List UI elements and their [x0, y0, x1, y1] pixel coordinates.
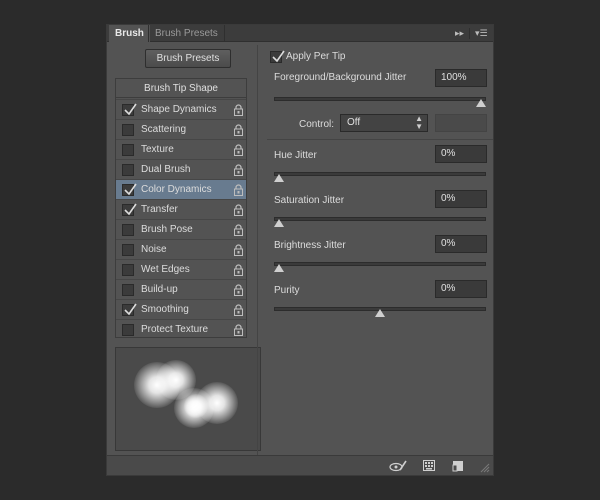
slider-thumb[interactable]: [274, 174, 284, 182]
saturation-jitter-input[interactable]: 0%: [435, 190, 487, 208]
tab-bar: Brush Brush Presets ▸▸ ▾☰: [107, 25, 493, 42]
slider-track: [274, 172, 486, 176]
slider-track: [274, 217, 486, 221]
slider-track: [274, 97, 486, 101]
option-transfer[interactable]: Transfer: [116, 199, 246, 219]
color-dynamics-checkbox[interactable]: [122, 183, 137, 196]
panel-footer: [107, 455, 493, 475]
smoothing-checkbox[interactable]: [122, 303, 137, 316]
fg-bg-jitter-label: Foreground/Background Jitter: [274, 72, 407, 83]
chevron-updown-icon: ▲ ▼: [415, 114, 423, 131]
brush-stroke-preview: [115, 347, 261, 451]
texture-label: Texture: [141, 144, 174, 155]
brightness-jitter-slider[interactable]: [274, 261, 486, 273]
option-smoothing[interactable]: Smoothing: [116, 299, 246, 319]
eye-brush-icon[interactable]: [389, 460, 407, 475]
wet-edges-label: Wet Edges: [141, 264, 190, 275]
preview-dab: [184, 394, 208, 418]
brush-presets-button[interactable]: Brush Presets: [145, 49, 231, 68]
saturation-jitter-slider[interactable]: [274, 216, 486, 228]
wet-edges-checkbox[interactable]: [122, 264, 134, 276]
brightness-jitter-label: Brightness Jitter: [274, 240, 346, 251]
option-shape-dynamics[interactable]: Shape Dynamics: [116, 99, 246, 119]
tab-divider: [469, 28, 470, 39]
brush-options-list: Brush Tip Shape Shape Dynamics Scattering…: [115, 78, 247, 338]
checkmark-icon: [124, 103, 137, 116]
checkmark-icon: [124, 203, 137, 216]
fg-bg-jitter-input[interactable]: 100%: [435, 69, 487, 87]
noise-checkbox[interactable]: [122, 244, 134, 256]
slider-track: [274, 262, 486, 266]
column-divider: [257, 45, 258, 465]
fg-bg-jitter-slider[interactable]: [274, 96, 486, 108]
checkmark-icon: [272, 50, 285, 63]
purity-slider[interactable]: [274, 306, 486, 318]
option-noise[interactable]: Noise: [116, 239, 246, 259]
section-divider: [267, 139, 493, 140]
shape-dynamics-label: Shape Dynamics: [141, 104, 217, 115]
lock-icon[interactable]: [234, 324, 243, 344]
build-up-checkbox[interactable]: [122, 284, 134, 296]
transfer-label: Transfer: [141, 204, 178, 215]
texture-checkbox[interactable]: [122, 144, 134, 156]
collapse-icon[interactable]: ▸▸: [455, 25, 464, 42]
option-color-dynamics[interactable]: Color Dynamics: [116, 179, 246, 199]
dual-brush-checkbox[interactable]: [122, 164, 134, 176]
new-preset-icon[interactable]: [452, 460, 464, 475]
option-protect-texture[interactable]: Protect Texture: [116, 319, 246, 339]
brush-pose-checkbox[interactable]: [122, 224, 134, 236]
hue-jitter-label: Hue Jitter: [274, 150, 317, 161]
checkbox[interactable]: [270, 50, 285, 63]
tab-brush[interactable]: Brush: [109, 25, 150, 42]
option-wet-edges[interactable]: Wet Edges: [116, 259, 246, 279]
checkmark-icon: [124, 183, 137, 196]
color-dynamics-label: Color Dynamics: [141, 184, 212, 195]
control-amount-disabled: [435, 114, 487, 132]
slider-thumb[interactable]: [375, 309, 385, 317]
purity-input[interactable]: 0%: [435, 280, 487, 298]
shape-dynamics-checkbox[interactable]: [122, 103, 137, 116]
dual-brush-label: Dual Brush: [141, 164, 191, 175]
slider-thumb[interactable]: [274, 219, 284, 227]
control-select[interactable]: Off ▲ ▼: [340, 114, 428, 132]
scattering-checkbox[interactable]: [122, 124, 134, 136]
slider-thumb[interactable]: [476, 99, 486, 107]
option-build-up[interactable]: Build-up: [116, 279, 246, 299]
protect-texture-checkbox[interactable]: [122, 324, 134, 336]
scattering-label: Scattering: [141, 124, 187, 135]
brush-pose-label: Brush Pose: [141, 224, 193, 235]
protect-texture-label: Protect Texture: [141, 324, 209, 335]
grid-panel-icon[interactable]: [423, 460, 435, 474]
control-select-value: Off: [347, 117, 361, 128]
noise-label: Noise: [141, 244, 167, 255]
panel-menu-icon[interactable]: ▾☰: [475, 25, 488, 42]
build-up-label: Build-up: [141, 284, 178, 295]
option-brush-pose[interactable]: Brush Pose: [116, 219, 246, 239]
option-texture[interactable]: Texture: [116, 139, 246, 159]
hue-jitter-slider[interactable]: [274, 171, 486, 183]
smoothing-label: Smoothing: [141, 304, 189, 315]
checkmark-icon: [124, 303, 137, 316]
resize-grip-icon[interactable]: [480, 463, 490, 476]
saturation-jitter-label: Saturation Jitter: [274, 195, 345, 206]
control-label: Control:: [299, 119, 335, 130]
brightness-jitter-input[interactable]: 0%: [435, 235, 487, 253]
hue-jitter-input[interactable]: 0%: [435, 145, 487, 163]
slider-thumb[interactable]: [274, 264, 284, 272]
option-scattering[interactable]: Scattering: [116, 119, 246, 139]
apply-per-tip-label: Apply Per Tip: [286, 51, 346, 62]
brush-panel: Brush Brush Presets ▸▸ ▾☰ Brush Presets …: [106, 24, 494, 476]
purity-label: Purity: [274, 285, 300, 296]
brush-tip-shape-item[interactable]: Brush Tip Shape: [116, 79, 246, 98]
transfer-checkbox[interactable]: [122, 203, 137, 216]
tab-brush-presets[interactable]: Brush Presets: [148, 25, 225, 42]
option-dual-brush[interactable]: Dual Brush: [116, 159, 246, 179]
